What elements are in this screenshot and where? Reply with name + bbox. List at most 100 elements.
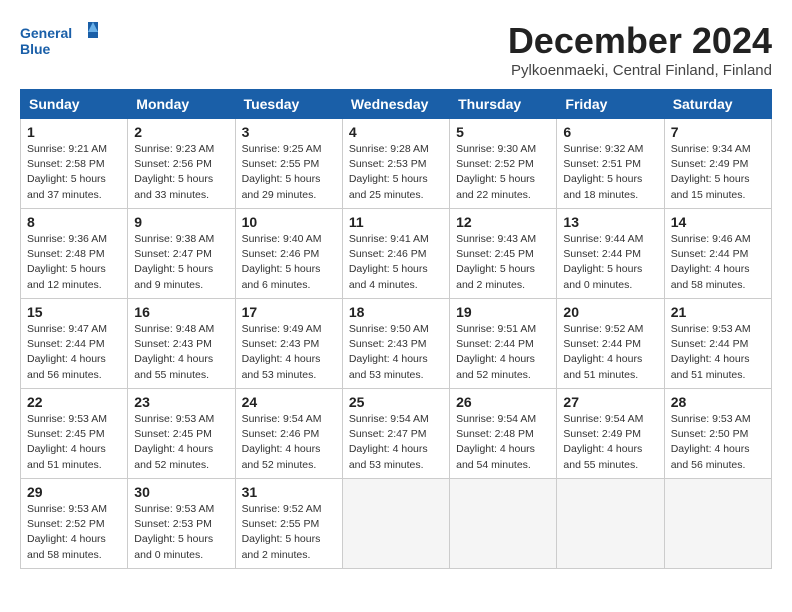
col-header-wednesday: Wednesday xyxy=(342,90,449,119)
logo: General Blue xyxy=(20,20,100,64)
calendar-cell: 3 Sunrise: 9:25 AM Sunset: 2:55 PM Dayli… xyxy=(235,119,342,209)
day-info: Sunrise: 9:43 AM Sunset: 2:45 PM Dayligh… xyxy=(456,232,550,293)
day-number: 30 xyxy=(134,484,228,500)
day-number: 24 xyxy=(242,394,336,410)
day-info: Sunrise: 9:47 AM Sunset: 2:44 PM Dayligh… xyxy=(27,322,121,383)
calendar-cell: 30 Sunrise: 9:53 AM Sunset: 2:53 PM Dayl… xyxy=(128,479,235,569)
calendar-cell: 29 Sunrise: 9:53 AM Sunset: 2:52 PM Dayl… xyxy=(21,479,128,569)
day-number: 7 xyxy=(671,124,765,140)
day-number: 10 xyxy=(242,214,336,230)
day-info: Sunrise: 9:38 AM Sunset: 2:47 PM Dayligh… xyxy=(134,232,228,293)
month-title: December 2024 xyxy=(508,20,772,62)
calendar-cell: 20 Sunrise: 9:52 AM Sunset: 2:44 PM Dayl… xyxy=(557,299,664,389)
col-header-monday: Monday xyxy=(128,90,235,119)
day-number: 22 xyxy=(27,394,121,410)
day-info: Sunrise: 9:34 AM Sunset: 2:49 PM Dayligh… xyxy=(671,142,765,203)
calendar-cell: 13 Sunrise: 9:44 AM Sunset: 2:44 PM Dayl… xyxy=(557,209,664,299)
day-number: 16 xyxy=(134,304,228,320)
day-number: 25 xyxy=(349,394,443,410)
day-info: Sunrise: 9:49 AM Sunset: 2:43 PM Dayligh… xyxy=(242,322,336,383)
day-info: Sunrise: 9:28 AM Sunset: 2:53 PM Dayligh… xyxy=(349,142,443,203)
col-header-thursday: Thursday xyxy=(450,90,557,119)
day-number: 14 xyxy=(671,214,765,230)
svg-text:Blue: Blue xyxy=(20,41,51,57)
calendar-cell: 16 Sunrise: 9:48 AM Sunset: 2:43 PM Dayl… xyxy=(128,299,235,389)
day-info: Sunrise: 9:36 AM Sunset: 2:48 PM Dayligh… xyxy=(27,232,121,293)
calendar-cell xyxy=(557,479,664,569)
calendar-cell: 4 Sunrise: 9:28 AM Sunset: 2:53 PM Dayli… xyxy=(342,119,449,209)
col-header-tuesday: Tuesday xyxy=(235,90,342,119)
day-number: 1 xyxy=(27,124,121,140)
day-number: 18 xyxy=(349,304,443,320)
day-number: 13 xyxy=(563,214,657,230)
day-number: 3 xyxy=(242,124,336,140)
day-number: 4 xyxy=(349,124,443,140)
day-info: Sunrise: 9:32 AM Sunset: 2:51 PM Dayligh… xyxy=(563,142,657,203)
calendar-cell: 11 Sunrise: 9:41 AM Sunset: 2:46 PM Dayl… xyxy=(342,209,449,299)
day-info: Sunrise: 9:54 AM Sunset: 2:48 PM Dayligh… xyxy=(456,412,550,473)
location-title: Pylkoenmaeki, Central Finland, Finland xyxy=(508,62,772,79)
calendar-cell: 24 Sunrise: 9:54 AM Sunset: 2:46 PM Dayl… xyxy=(235,389,342,479)
day-number: 21 xyxy=(671,304,765,320)
calendar-cell: 1 Sunrise: 9:21 AM Sunset: 2:58 PM Dayli… xyxy=(21,119,128,209)
col-header-sunday: Sunday xyxy=(21,90,128,119)
title-block: December 2024 Pylkoenmaeki, Central Finl… xyxy=(508,20,772,79)
day-info: Sunrise: 9:46 AM Sunset: 2:44 PM Dayligh… xyxy=(671,232,765,293)
day-number: 31 xyxy=(242,484,336,500)
day-info: Sunrise: 9:21 AM Sunset: 2:58 PM Dayligh… xyxy=(27,142,121,203)
day-info: Sunrise: 9:54 AM Sunset: 2:49 PM Dayligh… xyxy=(563,412,657,473)
calendar-cell: 26 Sunrise: 9:54 AM Sunset: 2:48 PM Dayl… xyxy=(450,389,557,479)
day-number: 9 xyxy=(134,214,228,230)
calendar-table: SundayMondayTuesdayWednesdayThursdayFrid… xyxy=(20,89,772,569)
day-info: Sunrise: 9:53 AM Sunset: 2:52 PM Dayligh… xyxy=(27,502,121,563)
calendar-cell: 21 Sunrise: 9:53 AM Sunset: 2:44 PM Dayl… xyxy=(664,299,771,389)
day-number: 28 xyxy=(671,394,765,410)
page-header: General Blue December 2024 Pylkoenmaeki,… xyxy=(20,20,772,79)
day-number: 17 xyxy=(242,304,336,320)
calendar-cell: 14 Sunrise: 9:46 AM Sunset: 2:44 PM Dayl… xyxy=(664,209,771,299)
day-number: 5 xyxy=(456,124,550,140)
calendar-cell: 17 Sunrise: 9:49 AM Sunset: 2:43 PM Dayl… xyxy=(235,299,342,389)
calendar-cell: 18 Sunrise: 9:50 AM Sunset: 2:43 PM Dayl… xyxy=(342,299,449,389)
day-number: 2 xyxy=(134,124,228,140)
day-info: Sunrise: 9:30 AM Sunset: 2:52 PM Dayligh… xyxy=(456,142,550,203)
day-number: 23 xyxy=(134,394,228,410)
day-info: Sunrise: 9:48 AM Sunset: 2:43 PM Dayligh… xyxy=(134,322,228,383)
day-number: 27 xyxy=(563,394,657,410)
day-number: 12 xyxy=(456,214,550,230)
logo-svg: General Blue xyxy=(20,20,100,64)
svg-text:General: General xyxy=(20,25,72,41)
calendar-cell: 23 Sunrise: 9:53 AM Sunset: 2:45 PM Dayl… xyxy=(128,389,235,479)
day-info: Sunrise: 9:53 AM Sunset: 2:50 PM Dayligh… xyxy=(671,412,765,473)
calendar-cell xyxy=(450,479,557,569)
day-number: 26 xyxy=(456,394,550,410)
day-info: Sunrise: 9:54 AM Sunset: 2:46 PM Dayligh… xyxy=(242,412,336,473)
day-info: Sunrise: 9:51 AM Sunset: 2:44 PM Dayligh… xyxy=(456,322,550,383)
day-info: Sunrise: 9:23 AM Sunset: 2:56 PM Dayligh… xyxy=(134,142,228,203)
day-info: Sunrise: 9:54 AM Sunset: 2:47 PM Dayligh… xyxy=(349,412,443,473)
calendar-cell: 6 Sunrise: 9:32 AM Sunset: 2:51 PM Dayli… xyxy=(557,119,664,209)
calendar-cell: 9 Sunrise: 9:38 AM Sunset: 2:47 PM Dayli… xyxy=(128,209,235,299)
calendar-cell: 12 Sunrise: 9:43 AM Sunset: 2:45 PM Dayl… xyxy=(450,209,557,299)
calendar-cell xyxy=(342,479,449,569)
day-info: Sunrise: 9:25 AM Sunset: 2:55 PM Dayligh… xyxy=(242,142,336,203)
col-header-saturday: Saturday xyxy=(664,90,771,119)
day-info: Sunrise: 9:52 AM Sunset: 2:44 PM Dayligh… xyxy=(563,322,657,383)
day-info: Sunrise: 9:53 AM Sunset: 2:53 PM Dayligh… xyxy=(134,502,228,563)
day-info: Sunrise: 9:40 AM Sunset: 2:46 PM Dayligh… xyxy=(242,232,336,293)
calendar-cell: 22 Sunrise: 9:53 AM Sunset: 2:45 PM Dayl… xyxy=(21,389,128,479)
day-info: Sunrise: 9:53 AM Sunset: 2:45 PM Dayligh… xyxy=(27,412,121,473)
day-number: 15 xyxy=(27,304,121,320)
day-info: Sunrise: 9:52 AM Sunset: 2:55 PM Dayligh… xyxy=(242,502,336,563)
day-info: Sunrise: 9:50 AM Sunset: 2:43 PM Dayligh… xyxy=(349,322,443,383)
day-info: Sunrise: 9:41 AM Sunset: 2:46 PM Dayligh… xyxy=(349,232,443,293)
day-number: 6 xyxy=(563,124,657,140)
calendar-cell: 5 Sunrise: 9:30 AM Sunset: 2:52 PM Dayli… xyxy=(450,119,557,209)
day-number: 29 xyxy=(27,484,121,500)
day-info: Sunrise: 9:44 AM Sunset: 2:44 PM Dayligh… xyxy=(563,232,657,293)
calendar-cell: 27 Sunrise: 9:54 AM Sunset: 2:49 PM Dayl… xyxy=(557,389,664,479)
calendar-cell: 7 Sunrise: 9:34 AM Sunset: 2:49 PM Dayli… xyxy=(664,119,771,209)
calendar-cell: 10 Sunrise: 9:40 AM Sunset: 2:46 PM Dayl… xyxy=(235,209,342,299)
calendar-cell: 25 Sunrise: 9:54 AM Sunset: 2:47 PM Dayl… xyxy=(342,389,449,479)
day-number: 20 xyxy=(563,304,657,320)
